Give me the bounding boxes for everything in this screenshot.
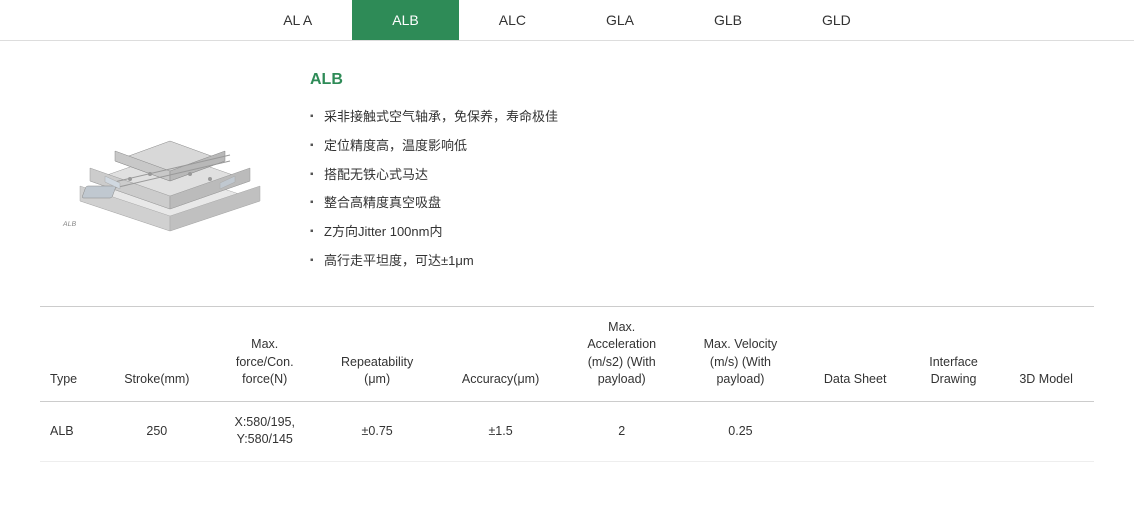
col-header-repeatability: Repeatability (μm) xyxy=(317,307,437,402)
product-title: ALB xyxy=(310,71,1074,89)
tab-bar: AL A ALB ALC GLA GLB GLD xyxy=(0,0,1134,41)
tab-glb[interactable]: GLB xyxy=(674,0,782,40)
feature-item-6: 高行走平坦度，可达±1μm xyxy=(310,247,1074,276)
tab-ala[interactable]: AL A xyxy=(243,0,352,40)
col-header-acceleration: Max. Acceleration (m/s2) (With payload) xyxy=(564,307,680,402)
col-header-accuracy: Accuracy(μm) xyxy=(437,307,564,402)
tab-alc[interactable]: ALC xyxy=(459,0,566,40)
cell-velocity: 0.25 xyxy=(680,401,802,461)
cell-force: X:580/195, Y:580/145 xyxy=(212,401,317,461)
cell-accuracy: ±1.5 xyxy=(437,401,564,461)
tab-alb[interactable]: ALB xyxy=(352,0,458,40)
feature-item-3: 搭配无铁心式马达 xyxy=(310,161,1074,190)
cell-datasheet[interactable] xyxy=(801,401,908,461)
table-header-row: Type Stroke(mm) Max. force/Con. force(N)… xyxy=(40,307,1094,402)
cell-stroke: 250 xyxy=(101,401,212,461)
feature-item-1: 采非接触式空气轴承，免保养，寿命极佳 xyxy=(310,103,1074,132)
feature-list: 采非接触式空气轴承，免保养，寿命极佳 定位精度高，温度影响低 搭配无铁心式马达 … xyxy=(310,103,1074,276)
cell-3dmodel[interactable] xyxy=(998,401,1094,461)
table-row: ALB 250 X:580/195, Y:580/145 ±0.75 ±1.5 … xyxy=(40,401,1094,461)
col-header-force: Max. force/Con. force(N) xyxy=(212,307,317,402)
tab-gla[interactable]: GLA xyxy=(566,0,674,40)
feature-item-2: 定位精度高，温度影响低 xyxy=(310,132,1074,161)
col-header-3dmodel: 3D Model xyxy=(998,307,1094,402)
col-header-stroke: Stroke(mm) xyxy=(101,307,212,402)
product-image: ALB xyxy=(60,71,280,254)
feature-item-5: Z方向Jitter 100nm内 xyxy=(310,218,1074,247)
feature-item-4: 整合高精度真空吸盘 xyxy=(310,189,1074,218)
product-info: ALB 采非接触式空气轴承，免保养，寿命极佳 定位精度高，温度影响低 搭配无铁心… xyxy=(310,71,1074,276)
spec-table: Type Stroke(mm) Max. force/Con. force(N)… xyxy=(40,307,1094,462)
col-header-datasheet: Data Sheet xyxy=(801,307,908,402)
tab-gld[interactable]: GLD xyxy=(782,0,891,40)
col-header-type: Type xyxy=(40,307,101,402)
cell-interface[interactable] xyxy=(909,401,998,461)
svg-text:ALB: ALB xyxy=(62,221,77,228)
cell-acceleration: 2 xyxy=(564,401,680,461)
cell-repeatability: ±0.75 xyxy=(317,401,437,461)
col-header-velocity: Max. Velocity (m/s) (With payload) xyxy=(680,307,802,402)
col-header-interface: Interface Drawing xyxy=(909,307,998,402)
spec-table-wrapper: Type Stroke(mm) Max. force/Con. force(N)… xyxy=(0,307,1134,492)
cell-type: ALB xyxy=(40,401,101,461)
product-section: ALB ALB 采非接触式空气轴承，免保养，寿命极佳 定位精度高，温度影响低 搭… xyxy=(0,41,1134,306)
